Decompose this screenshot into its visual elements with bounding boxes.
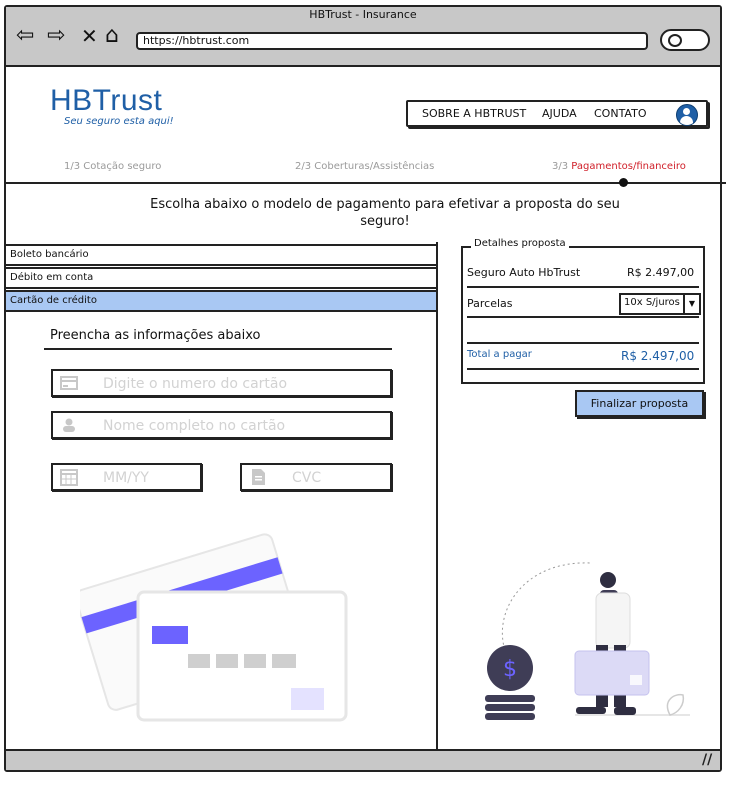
details-divider	[467, 342, 699, 344]
details-divider	[467, 316, 699, 318]
progress-marker	[619, 178, 628, 187]
card-number-placeholder: Digite o numero do cartão	[103, 376, 288, 392]
form-title-underline	[44, 348, 392, 350]
resize-grip-icon[interactable]: //	[702, 752, 712, 768]
brand-tagline: Seu seguro esta aqui!	[64, 116, 174, 127]
nav-link-sobre[interactable]: SOBRE A HBTRUST	[422, 107, 526, 120]
step-3: 3/3 Pagamentos/financeiro	[552, 161, 686, 172]
brand-logo[interactable]: HBTrust	[50, 84, 162, 118]
card-name-input[interactable]: Nome completo no cartão	[51, 411, 392, 439]
expiry-input[interactable]: MM/YY	[51, 463, 202, 491]
plant-leaf	[666, 693, 685, 716]
total-label: Total a pagar	[467, 349, 532, 360]
product-label: Seguro Auto HbTrust	[467, 266, 581, 279]
step-3-number: 3/3	[552, 161, 569, 172]
url-bar[interactable]: https://hbtrust.com	[136, 32, 648, 50]
details-divider	[467, 286, 699, 288]
person-icon	[63, 418, 75, 432]
step-1: 1/3 Cotação seguro	[64, 161, 162, 172]
progress-line	[4, 182, 726, 184]
forward-arrow-icon[interactable]: ⇨	[47, 24, 65, 48]
browser-status-bar	[6, 749, 720, 770]
card-number-input[interactable]: Digite o numero do cartão	[51, 369, 392, 397]
product-value: R$ 2.497,00	[627, 266, 695, 279]
nav-link-ajuda[interactable]: AJUDA	[542, 107, 577, 120]
step-3-label: Pagamentos/financeiro	[571, 161, 686, 172]
instruction-text: Escolha abaixo o modelo de pagamento par…	[150, 197, 620, 229]
window-title: HBTrust - Insurance	[309, 8, 417, 21]
payment-option-cartao[interactable]: Cartão de crédito	[4, 290, 438, 312]
close-icon[interactable]: ✕	[81, 24, 98, 48]
svg-text:$: $	[503, 657, 517, 682]
home-icon[interactable]: ⌂	[105, 24, 119, 48]
person-payment-illustration: $	[485, 562, 690, 720]
calendar-icon	[60, 469, 78, 486]
form-title: Preencha as informações abaixo	[50, 328, 261, 343]
total-value: R$ 2.497,00	[621, 349, 695, 363]
details-legend: Detalhes proposta	[471, 238, 569, 249]
installments-select[interactable]: 10x S/juros ▼	[619, 293, 701, 315]
browser-search-button[interactable]	[660, 29, 710, 51]
search-icon	[668, 34, 682, 47]
nav-link-contato[interactable]: CONTATO	[594, 107, 646, 120]
credit-cards-illustration	[80, 533, 348, 722]
document-icon	[252, 469, 265, 485]
finalize-proposal-button[interactable]: Finalizar proposta	[575, 390, 704, 417]
card-name-placeholder: Nome completo no cartão	[103, 418, 286, 434]
chevron-down-icon: ▼	[683, 295, 699, 313]
user-icon[interactable]	[676, 104, 698, 126]
step-2: 2/3 Coberturas/Assistências	[295, 161, 435, 172]
cvc-placeholder: CVC	[292, 470, 322, 486]
payment-option-boleto[interactable]: Boleto bancário	[4, 244, 438, 266]
top-navigation: SOBRE A HBTRUST AJUDA CONTATO	[406, 100, 708, 127]
installments-value: 10x S/juros	[624, 297, 680, 308]
installments-label: Parcelas	[467, 297, 513, 310]
held-card	[574, 650, 650, 696]
expiry-placeholder: MM/YY	[103, 470, 149, 486]
credit-card-icon	[60, 376, 78, 390]
cvc-input[interactable]: CVC	[240, 463, 392, 491]
payment-option-debito[interactable]: Débito em conta	[4, 267, 438, 289]
details-divider	[467, 368, 699, 370]
dollar-coin-icon: $	[485, 645, 535, 720]
back-arrow-icon[interactable]: ⇦	[16, 24, 34, 48]
front-card	[136, 590, 348, 722]
